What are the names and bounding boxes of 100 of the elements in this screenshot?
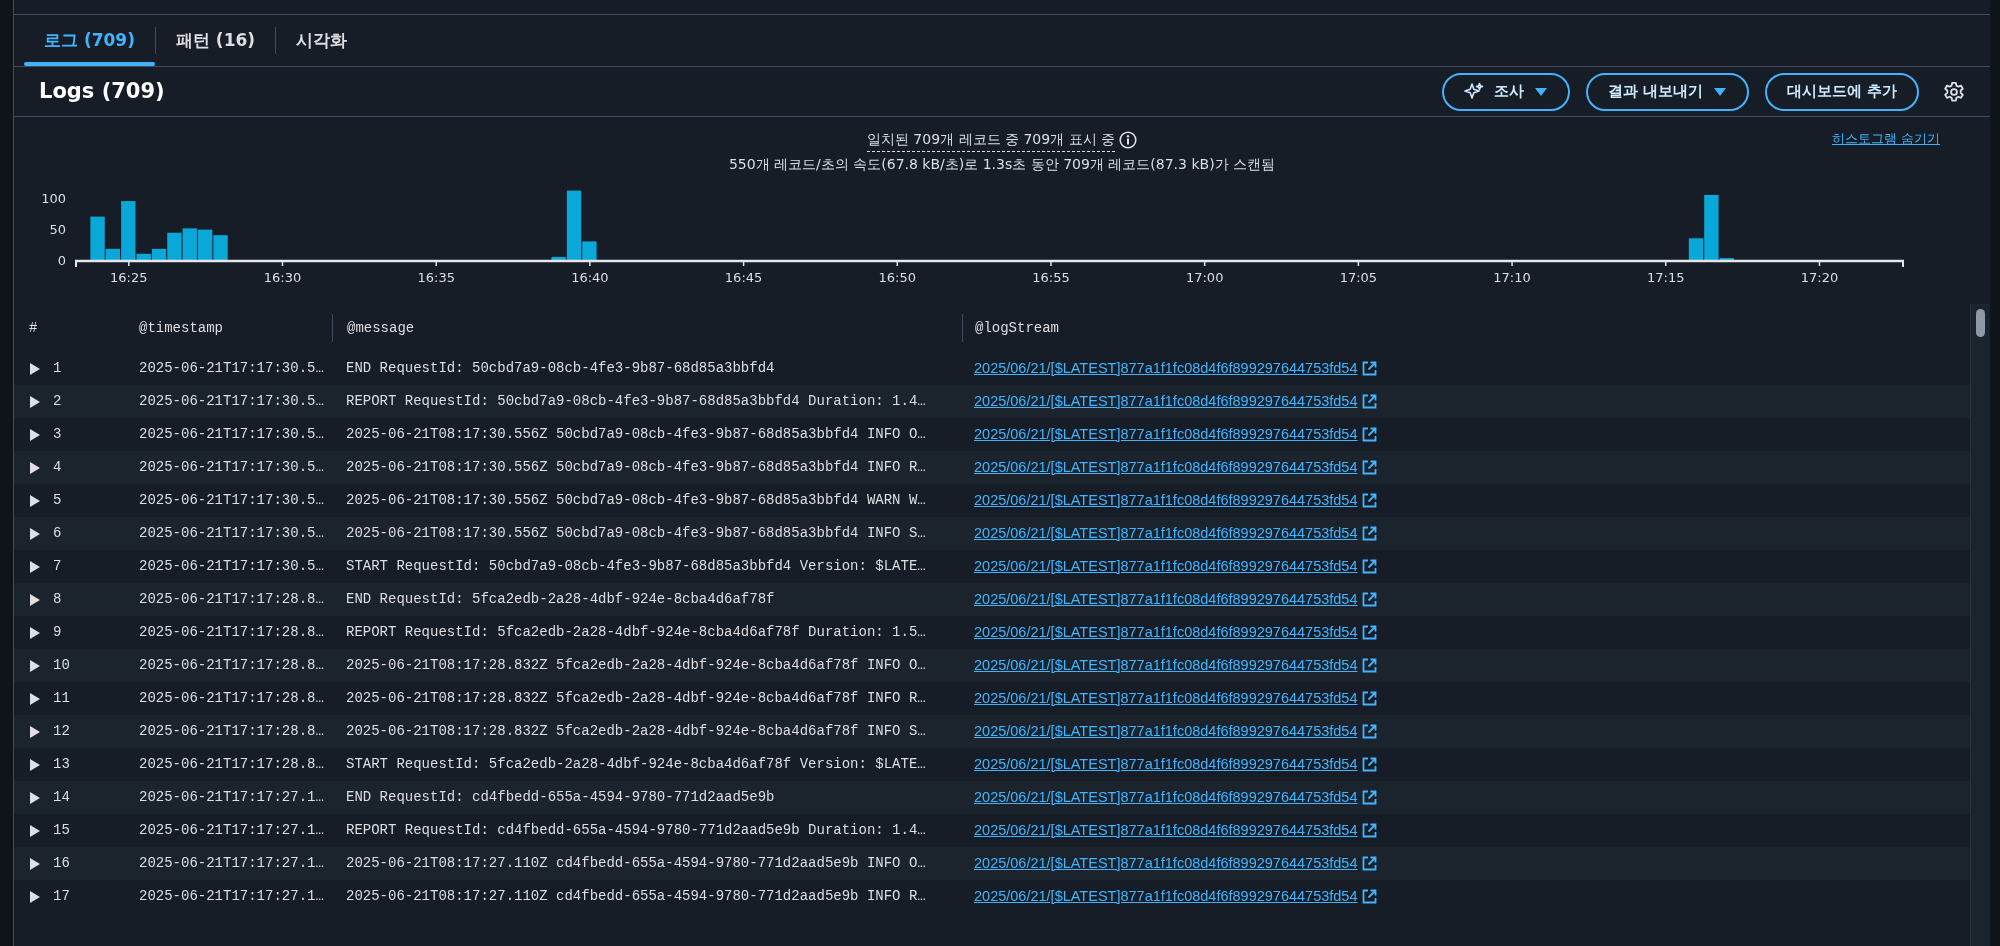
hide-histogram-link[interactable]: 히스토그램 숨기기 [1832,127,1940,151]
log-stream-link[interactable]: 2025/06/21/[$LATEST]877a1f1fc08d4f6f899297644753fd54 [974,687,1358,710]
external-link-icon[interactable] [1361,526,1377,541]
table-cell-text: 2025-06-21T17:17:30.5… [138,425,325,444]
external-link-icon[interactable] [1361,889,1377,904]
table-cell-text: 2025-06-21T17:17:30.5… [138,524,325,543]
tab[interactable]: 로그 (709) [24,15,155,66]
log-stream-link[interactable]: 2025/06/21/[$LATEST]877a1f1fc08d4f6f899297644753fd54 [974,390,1358,413]
expand-toggle-icon[interactable] [29,757,41,772]
external-link-icon[interactable] [1361,856,1377,871]
axis-label: 16:45 [724,270,763,285]
expand-toggle-icon[interactable] [29,592,41,607]
histogram-bar[interactable] [182,228,197,260]
external-link-icon[interactable] [1361,460,1377,475]
column-header[interactable]: @message [332,314,962,342]
table-cell-text: 2025-06-21T08:17:27.110Z cd4fbedd-655a-4594-9780-771d2aad5e9b INFO R… [345,887,927,906]
table-cell-text: 2025-06-21T17:17:28.8… [138,590,325,609]
row-number: 16 [53,854,70,873]
axis-label: 17:00 [1185,270,1224,285]
histogram-bar[interactable] [105,248,121,260]
histogram-bar[interactable] [136,253,151,260]
axis-label: 100 [41,191,66,206]
external-link-icon[interactable] [1361,559,1377,574]
add-to-dashboard-button[interactable]: 대시보드에 추가 [1764,72,1919,111]
log-stream-link[interactable]: 2025/06/21/[$LATEST]877a1f1fc08d4f6f899297644753fd54 [974,819,1358,842]
external-link-icon[interactable] [1361,757,1377,772]
scrollbar[interactable] [1970,304,1990,946]
histogram-bar[interactable] [1688,238,1704,260]
row-number: 4 [53,458,62,477]
table-cell-text: REPORT RequestId: 50cbd7a9-08cb-4fe3-9b87-68d85a3bbfd4 Duration: 1.4… [345,392,927,411]
histogram-bar[interactable] [151,248,167,260]
tab[interactable]: 패턴 (16) [155,15,276,66]
histogram-bar[interactable] [566,190,582,260]
expand-toggle-icon[interactable] [29,427,41,442]
external-link-icon[interactable] [1361,658,1377,673]
external-link-icon[interactable] [1361,790,1377,805]
expand-toggle-icon[interactable] [29,790,41,805]
axis-label: 16:30 [263,270,302,285]
external-link-icon[interactable] [1361,592,1377,607]
histogram-bar[interactable] [90,216,105,260]
investigate-dropdown-button[interactable]: 조사 [1441,72,1570,111]
log-stream-link[interactable]: 2025/06/21/[$LATEST]877a1f1fc08d4f6f899297644753fd54 [974,456,1358,479]
log-stream-link[interactable]: 2025/06/21/[$LATEST]877a1f1fc08d4f6f899297644753fd54 [974,621,1358,644]
settings-icon[interactable] [1943,80,1965,103]
expand-toggle-icon[interactable] [29,658,41,673]
table-cell-text: END RequestId: 50cbd7a9-08cb-4fe3-9b87-68d85a3bbfd4 [345,359,776,378]
row-number: 5 [53,491,62,510]
table-cell-text: 2025-06-21T08:17:30.556Z 50cbd7a9-08cb-4fe3-9b87-68d85a3bbfd4 INFO R… [345,458,927,477]
log-stream-link[interactable]: 2025/06/21/[$LATEST]877a1f1fc08d4f6f899297644753fd54 [974,588,1358,611]
column-header[interactable]: @logStream [962,314,1059,342]
log-stream-link[interactable]: 2025/06/21/[$LATEST]877a1f1fc08d4f6f899297644753fd54 [974,885,1358,908]
log-stream-link[interactable]: 2025/06/21/[$LATEST]877a1f1fc08d4f6f899297644753fd54 [974,357,1358,380]
external-link-icon[interactable] [1361,394,1377,409]
expand-toggle-icon[interactable] [29,361,41,376]
expand-toggle-icon[interactable] [29,493,41,508]
table-cell-text: REPORT RequestId: 5fca2edb-2a28-4dbf-924e-8cba4d6af78f Duration: 1.5… [345,623,927,642]
row-number: 11 [53,689,70,708]
info-icon[interactable] [1119,130,1138,149]
external-link-icon[interactable] [1361,691,1377,706]
external-link-icon[interactable] [1361,493,1377,508]
external-link-icon[interactable] [1361,823,1377,838]
log-stream-link[interactable]: 2025/06/21/[$LATEST]877a1f1fc08d4f6f899297644753fd54 [974,522,1358,545]
table-cell-text: 2025-06-21T17:17:28.8… [138,722,325,741]
tab[interactable]: 시각화 [276,15,368,66]
table-cell-text: 2025-06-21T17:17:27.1… [138,821,325,840]
expand-toggle-icon[interactable] [29,823,41,838]
scrollbar-thumb[interactable] [1976,309,1985,337]
table-cell-text: 2025-06-21T17:17:30.5… [138,359,325,378]
expand-toggle-icon[interactable] [29,559,41,574]
external-link-icon[interactable] [1361,361,1377,376]
column-header[interactable]: # [14,317,126,339]
expand-toggle-icon[interactable] [29,526,41,541]
log-stream-link[interactable]: 2025/06/21/[$LATEST]877a1f1fc08d4f6f899297644753fd54 [974,489,1358,512]
external-link-icon[interactable] [1361,724,1377,739]
column-header[interactable]: @timestamp [126,314,332,342]
log-stream-link[interactable]: 2025/06/21/[$LATEST]877a1f1fc08d4f6f899297644753fd54 [974,786,1358,809]
expand-toggle-icon[interactable] [29,625,41,640]
table-cell-text: END RequestId: cd4fbedd-655a-4594-9780-771d2aad5e9b [345,788,776,807]
log-stream-link[interactable]: 2025/06/21/[$LATEST]877a1f1fc08d4f6f899297644753fd54 [974,423,1358,446]
log-stream-link[interactable]: 2025/06/21/[$LATEST]877a1f1fc08d4f6f899297644753fd54 [974,555,1358,578]
expand-toggle-icon[interactable] [29,394,41,409]
log-stream-link[interactable]: 2025/06/21/[$LATEST]877a1f1fc08d4f6f899297644753fd54 [974,654,1358,677]
expand-toggle-icon[interactable] [29,460,41,475]
histogram-bar[interactable] [551,256,566,260]
export-dropdown-button[interactable]: 결과 내보내기 [1585,72,1749,111]
histogram-bar[interactable] [197,229,213,260]
histogram-bar[interactable] [167,232,182,260]
expand-toggle-icon[interactable] [29,889,41,904]
log-stream-link[interactable]: 2025/06/21/[$LATEST]877a1f1fc08d4f6f899297644753fd54 [974,852,1358,875]
log-stream-link[interactable]: 2025/06/21/[$LATEST]877a1f1fc08d4f6f899297644753fd54 [974,753,1358,776]
expand-toggle-icon[interactable] [29,724,41,739]
expand-toggle-icon[interactable] [29,856,41,871]
log-stream-link[interactable]: 2025/06/21/[$LATEST]877a1f1fc08d4f6f899297644753fd54 [974,720,1358,743]
table-cell-text: REPORT RequestId: cd4fbedd-655a-4594-9780-771d2aad5e9b Duration: 1.4… [345,821,927,840]
table-cell-text: 2025-06-21T08:17:30.556Z 50cbd7a9-08cb-4fe3-9b87-68d85a3bbfd4 INFO O… [345,425,927,444]
expand-toggle-icon[interactable] [29,691,41,706]
row-number: 7 [53,557,62,576]
external-link-icon[interactable] [1361,427,1377,442]
axis-label: 0 [57,253,66,268]
external-link-icon[interactable] [1361,625,1377,640]
